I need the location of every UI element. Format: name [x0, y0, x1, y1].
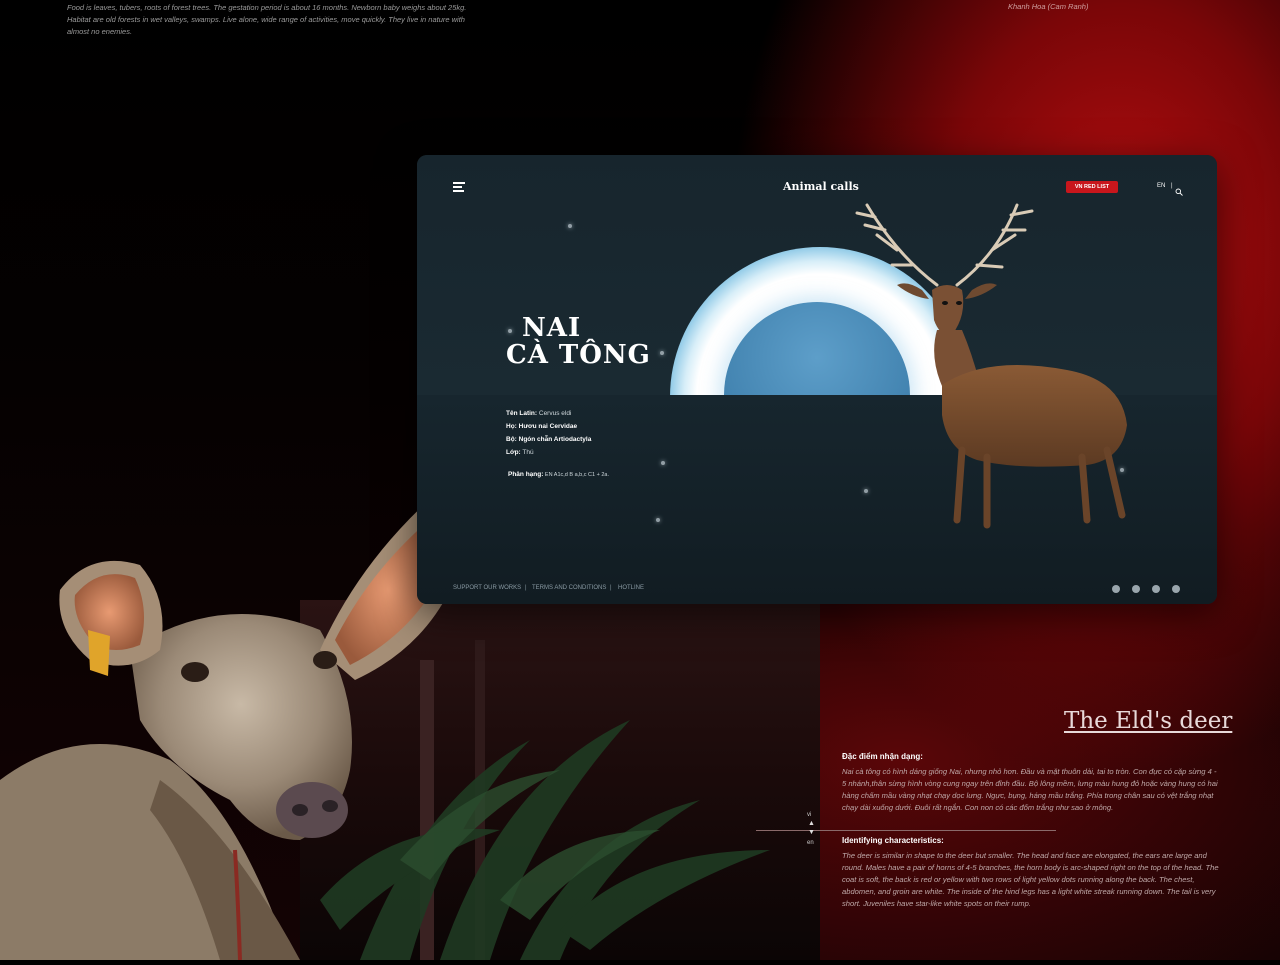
- star-dot: [661, 461, 665, 465]
- star-dot: [660, 351, 664, 355]
- divider-line: [756, 830, 1056, 831]
- info-family: Họ: Hươu nai Cervidae: [506, 423, 578, 430]
- en-heading: Identifying characteristics:: [842, 836, 944, 845]
- lang-toggle-en[interactable]: en: [807, 840, 814, 846]
- star-dot: [508, 329, 512, 333]
- vi-heading: Đặc điểm nhận dạng:: [842, 752, 923, 761]
- footer-separator: |: [610, 585, 612, 591]
- star-dot: [568, 224, 572, 228]
- footer-link-hotline[interactable]: HOTLINE: [618, 585, 644, 591]
- doe-photo: [0, 480, 470, 961]
- info-classification: Phân hạng: EN A1c,d B a,b,c C1 + 2a.: [508, 471, 609, 478]
- info-order: Bộ: Ngón chẵn Artiodactyla: [506, 436, 592, 443]
- info-latin: Tên Latin: Cervus eldi: [506, 410, 572, 417]
- instagram-icon[interactable]: [1152, 585, 1160, 593]
- star-dot: [656, 518, 660, 522]
- intro-text-fragment: Food is leaves, tubers, roots of forest …: [67, 3, 467, 36]
- vn-red-list-button[interactable]: VN RED LIST: [1066, 181, 1118, 193]
- arrow-down-icon[interactable]: ▼: [808, 829, 815, 836]
- footer-separator: |: [525, 585, 527, 591]
- lang-toggle-vi[interactable]: vi: [807, 812, 811, 818]
- arrow-up-icon[interactable]: ▲: [808, 820, 815, 827]
- search-icon[interactable]: [1175, 183, 1183, 196]
- website-mockup-card: Animal calls VN RED LIST EN | NAI CÀ TÔN…: [417, 155, 1217, 604]
- facebook-icon[interactable]: [1112, 585, 1120, 593]
- species-title-line2: CÀ TÔNG: [506, 340, 651, 370]
- stag-illustration: [837, 195, 1147, 535]
- nav-separator: |: [1171, 183, 1173, 189]
- en-description: The deer is similar in shape to the deer…: [842, 851, 1219, 908]
- hamburger-menu-icon[interactable]: [453, 182, 465, 192]
- location-caption: Khanh Hoa (Cam Ranh): [1008, 2, 1089, 11]
- footer-link-terms[interactable]: TERMS AND CONDITIONS: [532, 585, 606, 591]
- site-brand[interactable]: Animal calls: [783, 180, 859, 193]
- youtube-icon[interactable]: [1132, 585, 1140, 593]
- twitter-icon[interactable]: [1172, 585, 1180, 593]
- info-class: Lớp: Thú: [506, 449, 534, 456]
- language-switch[interactable]: EN: [1157, 183, 1165, 189]
- species-title-line1: NAI: [522, 313, 582, 343]
- footer-link-support[interactable]: SUPPORT OUR WORKS: [453, 585, 521, 591]
- english-species-title: The Eld's deer: [1064, 708, 1233, 734]
- vi-description: Nai cà tông có hình dáng giống Nai, nhưn…: [842, 767, 1218, 812]
